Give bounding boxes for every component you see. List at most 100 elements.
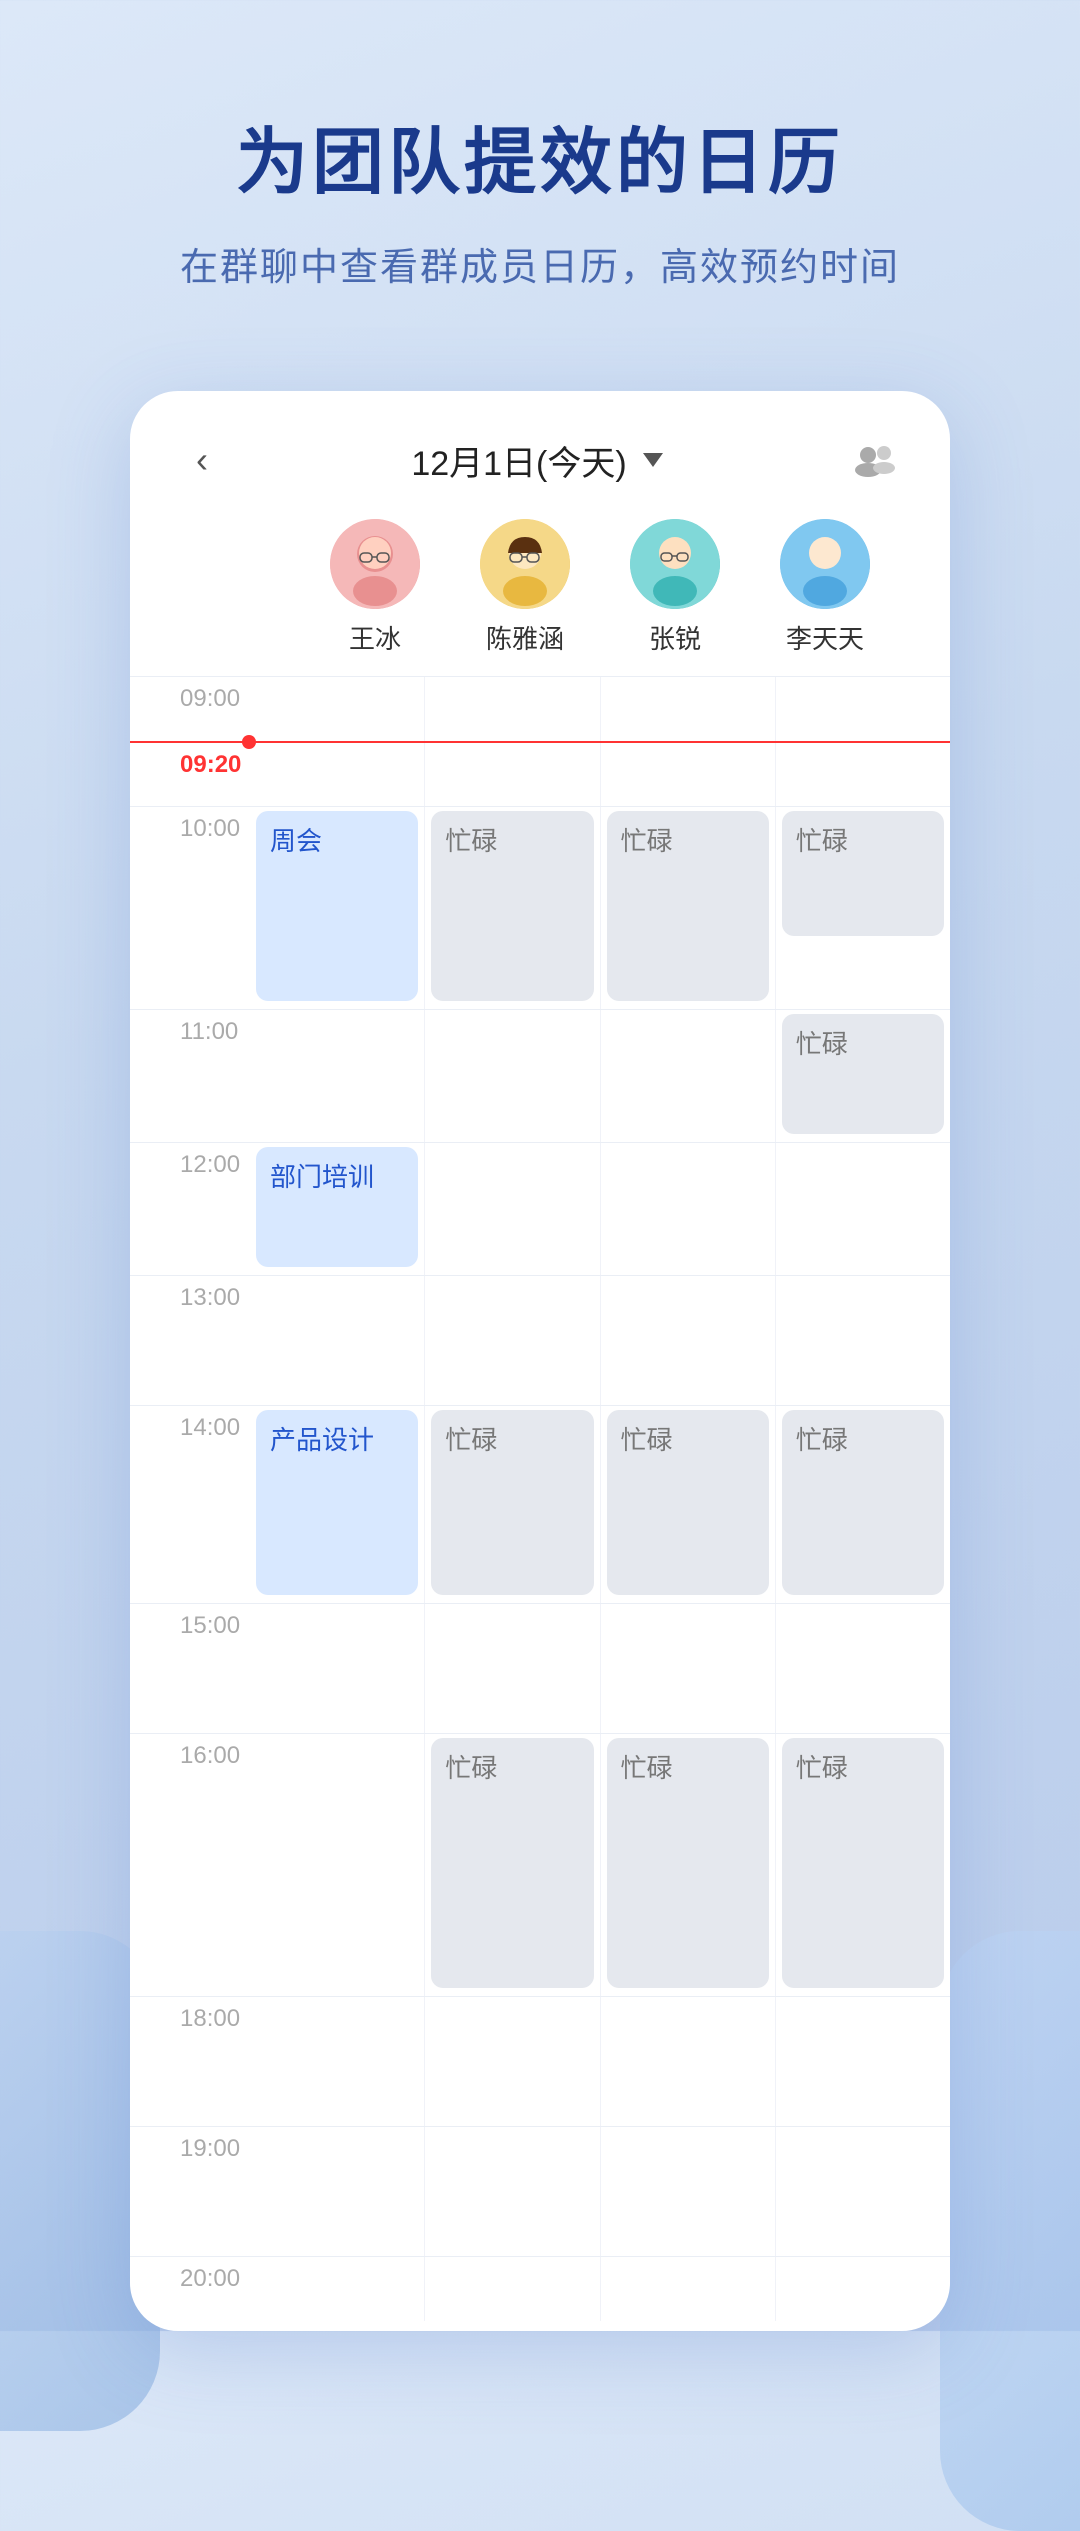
date-title[interactable]: 12月1日(今天) xyxy=(411,436,662,485)
col-1300-1 xyxy=(250,1276,424,1405)
event-mang-5[interactable]: 忙碌 xyxy=(431,1410,593,1595)
col-1200-1: 部门培训 xyxy=(250,1143,424,1275)
time-label-1100: 11:00 xyxy=(130,1010,250,1142)
col-2000-1 xyxy=(250,2257,424,2321)
back-button[interactable]: ‹ xyxy=(180,431,224,489)
cols-1300 xyxy=(250,1276,950,1405)
cols-0900 xyxy=(250,677,950,741)
cols-2000 xyxy=(250,2257,950,2321)
avatar-li-tiantian xyxy=(780,519,870,609)
date-label: 12月1日(今天) xyxy=(411,436,626,485)
col-2000-4 xyxy=(775,2257,950,2321)
time-row-0920: 09:20 xyxy=(130,741,950,806)
cols-1500 xyxy=(250,1604,950,1733)
time-label-1900: 19:00 xyxy=(130,2127,250,2256)
time-label-1800: 18:00 xyxy=(130,1997,250,2126)
member-li-tiantian[interactable]: 李天天 xyxy=(750,519,900,656)
cols-1900 xyxy=(250,2127,950,2256)
time-label-1500: 15:00 xyxy=(130,1604,250,1733)
col-1800-4 xyxy=(775,1997,950,2126)
col-1000-2: 忙碌 xyxy=(424,807,599,1009)
time-row-1600: 16:00 忙碌 忙碌 忙碌 xyxy=(130,1733,950,1996)
col-1600-1 xyxy=(250,1734,424,1996)
cols-0920 xyxy=(250,743,950,806)
member-wang-bing[interactable]: 王冰 xyxy=(300,519,450,656)
col-0900-1 xyxy=(250,677,424,741)
col-1200-2 xyxy=(424,1143,599,1275)
phone-card: ‹ 12月1日(今天) xyxy=(130,391,950,2331)
col-2000-3 xyxy=(600,2257,775,2321)
event-mang-10[interactable]: 忙碌 xyxy=(782,1738,944,1988)
col-1800-1 xyxy=(250,1997,424,2126)
hero-title: 为团队提效的日历 xyxy=(60,120,1020,206)
time-row-1800: 18:00 xyxy=(130,1996,950,2126)
event-mang-3[interactable]: 忙碌 xyxy=(782,811,944,936)
time-label-1400: 14:00 xyxy=(130,1406,250,1603)
col-1500-4 xyxy=(775,1604,950,1733)
avatar-zhang-rui xyxy=(630,519,720,609)
event-mang-6[interactable]: 忙碌 xyxy=(607,1410,769,1595)
col-1900-2 xyxy=(424,2127,599,2256)
cols-1100: 忙碌 xyxy=(250,1010,950,1142)
event-mang-1[interactable]: 忙碌 xyxy=(431,811,593,1001)
col-1100-3 xyxy=(600,1010,775,1142)
col-1600-2: 忙碌 xyxy=(424,1734,599,1996)
col-0920-2 xyxy=(424,743,599,806)
col-1600-4: 忙碌 xyxy=(775,1734,950,1996)
col-1500-3 xyxy=(600,1604,775,1733)
col-0900-4 xyxy=(775,677,950,741)
time-row-1500: 15:00 xyxy=(130,1603,950,1733)
event-mang-8[interactable]: 忙碌 xyxy=(431,1738,593,1988)
col-1800-3 xyxy=(600,1997,775,2126)
avatar-chen-yahan xyxy=(480,519,570,609)
col-1500-1 xyxy=(250,1604,424,1733)
member-zhang-rui[interactable]: 张锐 xyxy=(600,519,750,656)
col-1100-1 xyxy=(250,1010,424,1142)
time-row-1400: 14:00 产品设计 忙碌 忙碌 忙碌 xyxy=(130,1405,950,1603)
col-1900-1 xyxy=(250,2127,424,2256)
member-name-li-tiantian: 李天天 xyxy=(786,619,864,656)
event-mang-7[interactable]: 忙碌 xyxy=(782,1410,944,1595)
event-chanpin[interactable]: 产品设计 xyxy=(256,1410,418,1595)
calendar-header: ‹ 12月1日(今天) xyxy=(130,391,950,509)
col-1900-4 xyxy=(775,2127,950,2256)
col-1900-3 xyxy=(600,2127,775,2256)
col-1400-4: 忙碌 xyxy=(775,1406,950,1603)
col-1000-3: 忙碌 xyxy=(600,807,775,1009)
time-row-1300: 13:00 xyxy=(130,1275,950,1405)
col-1400-3: 忙碌 xyxy=(600,1406,775,1603)
hero-subtitle: 在群聊中查看群成员日历，高效预约时间 xyxy=(60,236,1020,291)
col-1300-4 xyxy=(775,1276,950,1405)
event-mang-4[interactable]: 忙碌 xyxy=(782,1014,944,1134)
time-label-2000: 20:00 xyxy=(130,2257,250,2321)
time-label-1300: 13:00 xyxy=(130,1276,250,1405)
col-0920-1 xyxy=(250,743,424,806)
cols-1400: 产品设计 忙碌 忙碌 忙碌 xyxy=(250,1406,950,1603)
avatars-row: 王冰 陈雅涵 xyxy=(130,509,950,676)
col-1600-3: 忙碌 xyxy=(600,1734,775,1996)
time-row-1000: 10:00 周会 忙碌 忙碌 忙碌 xyxy=(130,806,950,1009)
col-1500-2 xyxy=(424,1604,599,1733)
date-dropdown-arrow xyxy=(643,453,663,467)
col-0920-3 xyxy=(600,743,775,806)
cols-1200: 部门培训 xyxy=(250,1143,950,1275)
member-name-wang-bing: 王冰 xyxy=(349,619,401,656)
col-1000-4: 忙碌 xyxy=(775,807,950,1009)
event-bumen[interactable]: 部门培训 xyxy=(256,1147,418,1267)
event-mang-2[interactable]: 忙碌 xyxy=(607,811,769,1001)
member-name-chen-yahan: 陈雅涵 xyxy=(486,619,564,656)
col-1000-1: 周会 xyxy=(250,807,424,1009)
group-members-icon[interactable] xyxy=(850,440,900,480)
time-label-1200: 12:00 xyxy=(130,1143,250,1275)
hero-section: 为团队提效的日历 在群聊中查看群成员日历，高效预约时间 xyxy=(0,0,1080,351)
member-chen-yahan[interactable]: 陈雅涵 xyxy=(450,519,600,656)
time-label-0920: 09:20 xyxy=(130,743,250,806)
calendar-grid: 09:00 09:20 xyxy=(130,676,950,2331)
col-1200-3 xyxy=(600,1143,775,1275)
event-mang-9[interactable]: 忙碌 xyxy=(607,1738,769,1988)
time-row-2000: 20:00 xyxy=(130,2256,950,2321)
col-1200-4 xyxy=(775,1143,950,1275)
time-col-spacer xyxy=(180,519,300,656)
event-zhouhu[interactable]: 周会 xyxy=(256,811,418,1001)
col-1400-2: 忙碌 xyxy=(424,1406,599,1603)
